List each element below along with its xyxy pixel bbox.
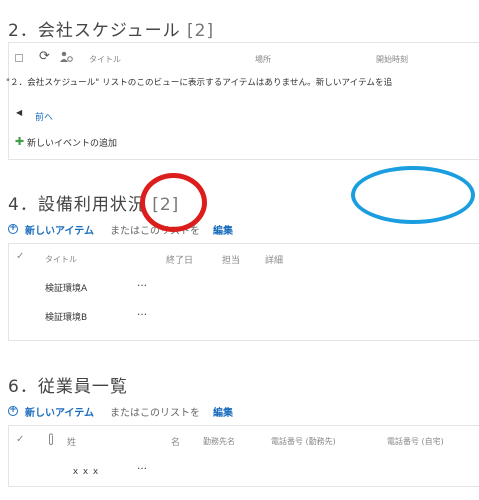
attachment-people-icon[interactable] (59, 51, 73, 63)
col-detail[interactable]: 詳細 (265, 253, 283, 266)
col-last-name[interactable]: 姓 (67, 435, 76, 448)
red-circle-annotation (140, 173, 207, 232)
schedule-webpart: ⟳ タイトル 場所 開始時刻 "２．会社スケジュール" リストのこのビューに表示… (6, 42, 479, 160)
row-menu-icon[interactable]: … (137, 461, 147, 472)
col-first-name[interactable]: 名 (171, 435, 180, 448)
employees-webpart: ✓ 姓 名 勤務先名 電話番号 (勤務先) 電話番号 (自宅) ｘｘｘ … (8, 425, 479, 487)
plus-circle-icon[interactable]: + (8, 406, 18, 416)
paperclip-icon[interactable] (47, 433, 55, 446)
employees-new-item-link[interactable]: 新しいアイテム (25, 404, 94, 419)
checkmark-icon[interactable]: ✓ (16, 434, 24, 445)
equipment-edit-link[interactable]: 編集 (213, 222, 233, 237)
col-title[interactable]: タイトル (45, 254, 77, 265)
col-location[interactable]: 場所 (255, 54, 271, 65)
schedule-count: [2] (187, 21, 215, 41)
schedule-section-title: 2．会社スケジュール [2] (8, 16, 214, 41)
employees-title-text: 6．従業員一覧 (8, 377, 128, 397)
equipment-new-item-link[interactable]: 新しいアイテム (25, 222, 94, 237)
col-owner[interactable]: 担当 (222, 253, 240, 266)
equipment-title-text: 4．設備利用状況 (8, 195, 146, 215)
blue-circle-annotation (351, 166, 475, 224)
col-work-phone[interactable]: 電話番号 (勤務先) (271, 436, 336, 447)
equipment-webpart: ✓ タイトル 終了日 担当 詳細 検証環境A … 検証環境B … (8, 243, 479, 341)
col-start-time[interactable]: 開始時刻 (376, 54, 408, 65)
plus-circle-icon[interactable]: + (8, 224, 18, 234)
checkmark-icon[interactable]: ✓ (16, 251, 24, 262)
select-all-checkbox[interactable] (15, 54, 23, 62)
row-menu-icon[interactable]: … (137, 278, 147, 289)
empty-view-message: "２．会社スケジュール" リストのこのビューに表示するアイテムはありません。新し… (6, 78, 393, 88)
table-row-title[interactable]: 検証環境B (45, 310, 87, 323)
employees-edit-link[interactable]: 編集 (213, 404, 233, 419)
employees-section-title: 6．従業員一覧 (8, 372, 128, 397)
prev-link[interactable]: 前へ (35, 110, 53, 123)
col-office-name[interactable]: 勤務先名 (203, 436, 235, 447)
row-menu-icon[interactable]: … (137, 307, 147, 318)
col-end-date[interactable]: 終了日 (166, 253, 193, 266)
table-row-last-name[interactable]: ｘｘｘ (71, 464, 101, 477)
triangle-left-icon[interactable]: ◀ (16, 108, 22, 117)
col-title[interactable]: タイトル (89, 54, 121, 65)
refresh-icon[interactable]: ⟳ (39, 49, 50, 64)
schedule-title-text: 2．会社スケジュール (8, 21, 181, 41)
table-row-title[interactable]: 検証環境A (45, 281, 87, 294)
employees-new-item-middle: またはこのリストを (110, 408, 200, 419)
green-plus-icon[interactable]: ✚ (15, 135, 24, 148)
col-home-phone[interactable]: 電話番号 (自宅) (387, 436, 444, 447)
add-event-link[interactable]: 新しいイベントの追加 (27, 136, 117, 149)
